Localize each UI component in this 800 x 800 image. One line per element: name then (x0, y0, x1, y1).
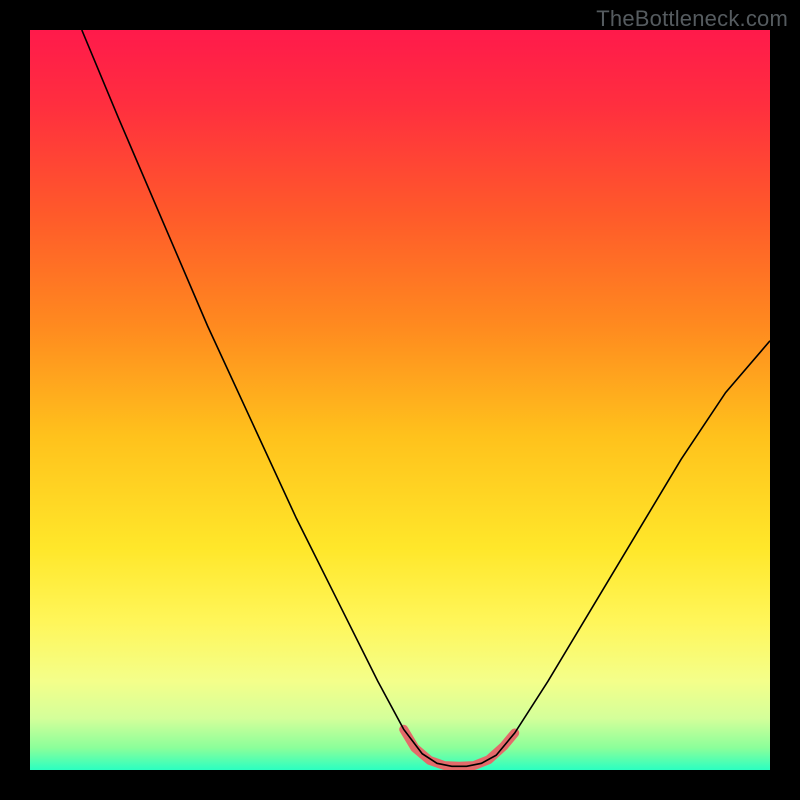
chart-frame: TheBottleneck.com (0, 0, 800, 800)
bottleneck-chart (30, 30, 770, 770)
attribution-text: TheBottleneck.com (596, 6, 788, 32)
gradient-background (30, 30, 770, 770)
